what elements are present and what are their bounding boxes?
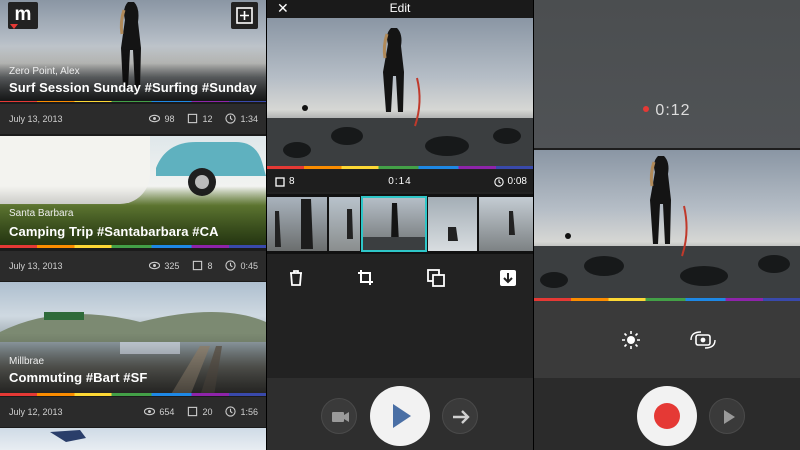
surf-scene (267, 28, 533, 166)
arrow-right-icon (453, 410, 470, 424)
clip-duration: 0:08 (507, 176, 527, 187)
camera-icon (332, 412, 349, 422)
edit-title: Edit (389, 1, 411, 15)
recording-overlay (534, 0, 800, 148)
play-icon (393, 404, 411, 428)
clip-thumb[interactable] (479, 197, 533, 251)
feed-card-commuting[interactable]: Millbrae Commuting #Bart #SF (0, 282, 266, 396)
record-icon (654, 403, 680, 429)
feed-panel: Zero Point, Alex Surf Session Sunday #Su… (0, 0, 266, 450)
rainbow-strip (0, 245, 266, 248)
record-bottom-bar (534, 378, 800, 450)
views-count: 325 (164, 260, 180, 271)
recording-time: 0:12 (655, 102, 691, 119)
feed-card-camping[interactable]: Santa Barbara Camping Trip #Santabarbara… (0, 136, 266, 248)
record-panel: 0:12 (534, 0, 800, 450)
clip-thumb-selected[interactable] (361, 196, 427, 252)
rainbow-strip (267, 166, 533, 169)
add-icon (236, 7, 253, 24)
logo-icon: m (14, 4, 32, 25)
rainbow-strip (0, 101, 266, 102)
clip-thumb-image (347, 209, 353, 239)
camera-controls (534, 301, 800, 378)
card-location: Zero Point, Alex (9, 66, 80, 77)
play-icon (724, 410, 735, 424)
brightness-icon[interactable] (620, 329, 642, 351)
logo-accent (10, 24, 18, 29)
card-title[interactable]: Surf Session Sunday #Surfing #Sunday (9, 80, 257, 95)
clip-thumb-image (448, 227, 458, 241)
clip-timeline[interactable] (267, 194, 533, 254)
save-icon[interactable] (498, 268, 518, 288)
clip-thumb[interactable] (267, 197, 327, 251)
clock-icon (225, 406, 237, 417)
duration: 1:56 (240, 406, 258, 417)
clips-icon (188, 406, 198, 417)
card-date: July 13, 2013 (9, 261, 63, 271)
clips-icon (188, 113, 198, 124)
edit-info-bar: 8 0:14 0:08 (267, 170, 533, 192)
edit-toolbar (267, 262, 533, 296)
card-location: Millbrae (9, 356, 45, 367)
clips-icon (193, 260, 203, 271)
views-icon (149, 114, 161, 123)
duplicate-icon[interactable] (426, 268, 446, 288)
edit-bottom-bar (267, 378, 533, 450)
card-title[interactable]: Camping Trip #Santabarbara #CA (9, 224, 219, 239)
clock-icon (225, 113, 237, 124)
clip-thumb-image (362, 203, 426, 251)
clip-thumb-image (509, 211, 515, 235)
clip-thumb-image (275, 199, 313, 249)
card-stats: 325 8 0:45 (149, 260, 258, 271)
edit-topbar: ✕ Edit (267, 0, 533, 18)
flip-camera-icon[interactable] (688, 329, 718, 351)
edit-video-preview[interactable] (267, 18, 533, 166)
clock-icon (493, 176, 504, 187)
edit-panel: ✕ Edit 8 0:14 0:08 (267, 0, 533, 450)
clip-thumb[interactable] (329, 197, 360, 251)
card-stats: 98 12 1:34 (149, 113, 258, 124)
card-date: July 13, 2013 (9, 114, 63, 124)
card-title[interactable]: Commuting #Bart #SF (9, 370, 147, 385)
card-date: July 12, 2013 (9, 407, 63, 417)
recording-timer: 0:12 (534, 102, 800, 120)
camera-button[interactable] (321, 398, 357, 434)
duration: 1:34 (240, 113, 258, 124)
feed-card-partial[interactable] (0, 428, 266, 450)
jumper-figure (50, 430, 86, 442)
play-button[interactable] (370, 386, 430, 446)
views-icon (149, 261, 161, 270)
feed-card-surf[interactable]: Zero Point, Alex Surf Session Sunday #Su… (0, 0, 266, 102)
clock-icon (225, 260, 237, 271)
card-meta-bar: July 13, 2013 98 12 1:34 (0, 104, 266, 134)
record-button[interactable] (637, 386, 697, 446)
surf-scene (534, 156, 800, 298)
card-meta-bar: July 12, 2013 654 20 1:56 (0, 397, 266, 427)
views-icon (144, 407, 156, 416)
preview-play-button[interactable] (709, 398, 745, 434)
add-video-button[interactable] (231, 2, 258, 29)
camera-preview[interactable] (534, 150, 800, 298)
views-count: 654 (159, 406, 175, 417)
views-count: 98 (164, 113, 175, 124)
trash-icon[interactable] (286, 268, 306, 288)
clips-count: 12 (202, 113, 213, 124)
card-location: Santa Barbara (9, 208, 74, 219)
clips-count: 20 (202, 406, 213, 417)
next-button[interactable] (442, 398, 478, 434)
recording-indicator (643, 105, 650, 112)
clip-duration-group: 0:08 (493, 176, 527, 187)
card-meta-bar: July 13, 2013 325 8 0:45 (0, 251, 266, 281)
crop-icon[interactable] (356, 268, 376, 288)
clips-count: 8 (207, 260, 213, 271)
rainbow-strip (0, 393, 266, 396)
duration: 0:45 (240, 260, 258, 271)
card-stats: 654 20 1:56 (144, 406, 258, 417)
clip-thumb[interactable] (428, 197, 477, 251)
